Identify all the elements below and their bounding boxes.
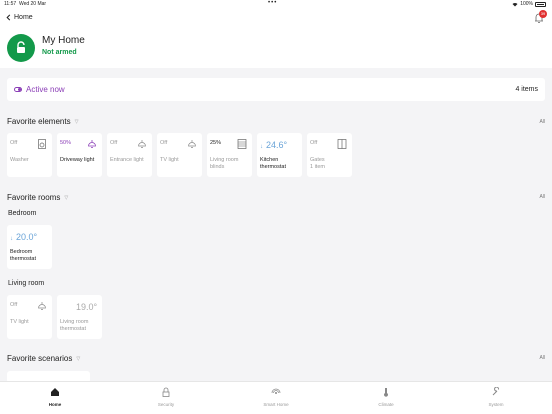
favorite-elements-all-link[interactable]: All	[539, 119, 545, 125]
lamp-icon	[38, 302, 46, 310]
element-value: Off	[10, 302, 18, 308]
wrench-icon	[492, 387, 500, 396]
element-value: Off	[160, 140, 168, 146]
thermostat-value: ↓ 24.6°	[260, 140, 288, 150]
element-name: Entrance light	[110, 157, 144, 163]
active-now-label: Active now	[26, 85, 65, 94]
element-name: Bedroom thermostat	[10, 249, 36, 262]
room-title-bedroom: Bedroom	[8, 210, 37, 217]
smart-home-icon	[271, 388, 281, 394]
element-card-living-room-blinds[interactable]: 25% Living room blinds	[207, 133, 252, 177]
element-value: Off	[110, 140, 118, 146]
room-title-living-room: Living room	[8, 280, 45, 287]
element-card-kitchen-thermostat[interactable]: ↓ 24.6° Kitchen thermostat	[257, 133, 302, 177]
notification-badge: 39	[539, 10, 547, 18]
element-value: Off	[310, 140, 318, 146]
active-now-bar[interactable]: Active now 4 items	[7, 78, 545, 101]
notifications-button[interactable]: 39	[533, 10, 547, 23]
home-title: My Home	[42, 35, 85, 46]
thermostat-value: ↓ 20.0°	[10, 232, 38, 242]
blinds-icon	[237, 139, 247, 149]
element-name: Living room thermostat	[60, 319, 89, 332]
unlocked-home-icon	[7, 34, 35, 62]
multitask-dots[interactable]: •••	[268, 0, 277, 6]
element-name: TV light	[160, 157, 179, 163]
wifi-icon	[512, 2, 518, 6]
lamp-icon	[138, 140, 146, 148]
favorite-rooms-all-link[interactable]: All	[539, 194, 545, 200]
element-value: 50%	[60, 140, 72, 146]
tab-system[interactable]: System	[466, 387, 526, 407]
down-arrow-icon: ↓	[10, 236, 13, 242]
element-name: TV light	[10, 319, 29, 325]
element-name: Driveway light	[60, 157, 95, 163]
element-name: Living room blinds	[210, 157, 239, 170]
status-right: 100%	[512, 1, 546, 7]
home-header: Home 39 My Home Not armed	[0, 8, 552, 68]
chevron-left-icon	[6, 14, 11, 21]
tab-home[interactable]: Home	[25, 387, 85, 407]
status-bar: 11:57 Wed 20 Mar ••• 100%	[0, 0, 552, 8]
thermometer-icon	[384, 388, 388, 397]
room-card-living-room-thermostat[interactable]: 19.0° Living room thermostat	[57, 295, 102, 339]
chevron-down-icon: ▽	[76, 355, 81, 362]
element-card-washer[interactable]: Off Washer	[7, 133, 52, 177]
favorite-scenarios-title[interactable]: Favorite scenarios ▽	[7, 354, 80, 363]
tab-climate[interactable]: Climate	[356, 387, 416, 407]
element-value: 25%	[210, 140, 222, 146]
element-value: Off	[10, 140, 18, 146]
favorite-elements-title[interactable]: Favorite elements ▽	[7, 117, 78, 126]
lamp-icon	[88, 140, 96, 148]
lock-icon	[162, 387, 170, 397]
element-card-entrance-light[interactable]: Off Entrance light	[107, 133, 152, 177]
gate-icon	[337, 139, 347, 149]
element-card-gates[interactable]: Off Gates 1 item	[307, 133, 352, 177]
tab-smart-home[interactable]: Smart Home	[246, 387, 306, 407]
element-card-tv-light[interactable]: Off TV light	[157, 133, 202, 177]
element-name: Kitchen thermostat	[260, 157, 286, 170]
arm-status: Not armed	[42, 49, 77, 56]
toggle-icon	[14, 87, 22, 92]
favorite-rooms-title[interactable]: Favorite rooms ▽	[7, 193, 68, 202]
element-subtext: 1 item	[310, 164, 325, 170]
element-name: Gates	[310, 157, 325, 163]
element-name: Washer	[10, 157, 29, 163]
battery-percent: 100%	[520, 1, 533, 7]
back-button[interactable]: Home	[6, 14, 33, 21]
home-icon	[51, 388, 59, 396]
washer-icon	[38, 139, 46, 149]
thermostat-value: 19.0°	[76, 302, 98, 312]
back-label: Home	[14, 14, 33, 21]
room-card-tv-light[interactable]: Off TV light	[7, 295, 52, 339]
down-arrow-icon: ↓	[260, 144, 263, 150]
element-card-driveway-light[interactable]: 50% Driveway light	[57, 133, 102, 177]
status-time: 11:57 Wed 20 Mar	[4, 1, 47, 7]
lamp-icon	[188, 140, 196, 148]
favorite-scenarios-all-link[interactable]: All	[539, 355, 545, 361]
chevron-down-icon: ▽	[64, 194, 69, 201]
bottom-tab-bar: Home Security Smart Home Climate System	[0, 381, 552, 414]
battery-icon	[535, 1, 546, 7]
active-now-count: 4 items	[515, 86, 538, 93]
room-card-bedroom-thermostat[interactable]: ↓ 20.0° Bedroom thermostat	[7, 225, 52, 269]
tab-security[interactable]: Security	[136, 387, 196, 407]
chevron-down-icon: ▽	[74, 118, 79, 125]
